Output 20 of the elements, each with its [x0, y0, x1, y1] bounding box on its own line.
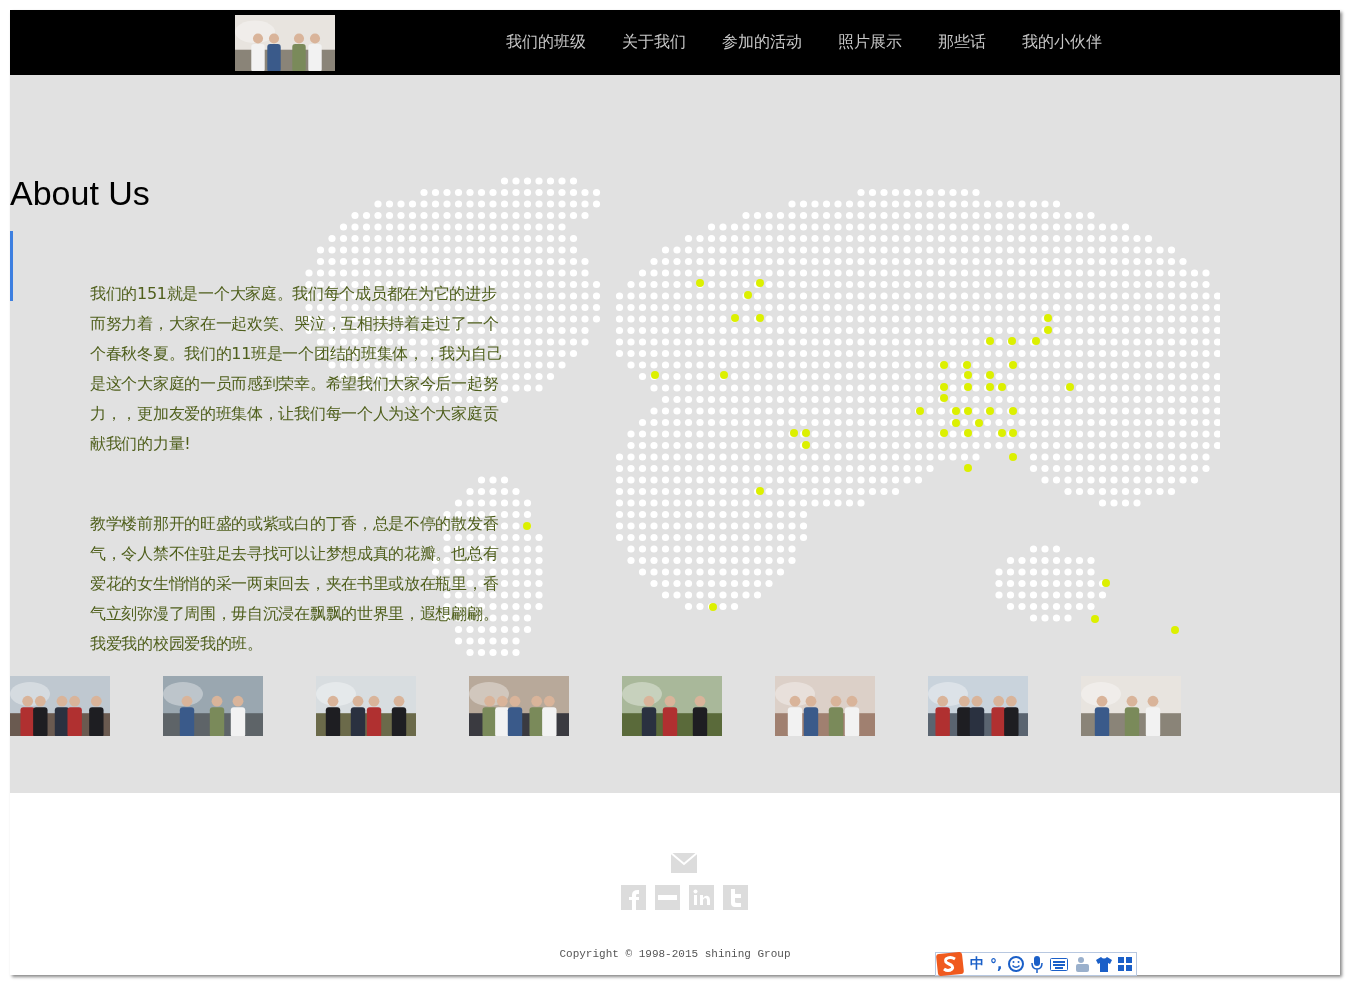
grid-icon[interactable]	[1118, 957, 1133, 971]
shirt-icon[interactable]	[1096, 956, 1113, 972]
nav-link[interactable]: 我的小伙伴	[1022, 32, 1102, 53]
nav-link[interactable]: 参加的活动	[722, 32, 802, 53]
user-icon[interactable]	[1074, 956, 1091, 972]
nav-link[interactable]: 照片展示	[838, 32, 902, 53]
paragraph: 教学楼前那开的旺盛的或紫或白的丁香，总是不停的散发香气，令人禁不住驻足去寻找可以让梦想成真的花瓣。也总有爱花的女生悄悄的采一两束回去，夹在书里或放在瓶里，香气立刻弥漫了周围，毋自沉浸在飘飘的世界里，遐想翩翩。我爱我的校园爱我的班。	[90, 513, 500, 655]
punctuation-toggle[interactable]: °,	[990, 956, 1003, 972]
input-mode-toggle[interactable]: 中	[970, 955, 984, 973]
copyright-text: Copyright © 1998-2015 shining Group	[559, 948, 791, 960]
microphone-icon[interactable]	[1030, 955, 1045, 973]
accent-bar	[10, 231, 13, 301]
section-title: About Us	[10, 173, 151, 213]
nav-link[interactable]: 我们的班级	[506, 32, 586, 53]
nav-link[interactable]: 那些话	[938, 32, 986, 53]
paragraph: 我们的151就是一个大家庭。我们每个成员都在为它的进步而努力着，大家在一起欢笑、哭泣，互相扶持着走过了一个个春秋冬夏。我们的11班是一个团结的班集体，，我为自己是这个大家庭的一员而感到荣幸。希望我们大家今后一起努力，，更加友爱的班集体，让我们每一个人为这个大家庭贡献我们的力量!	[90, 283, 504, 455]
keyboard-icon[interactable]	[1050, 957, 1069, 971]
sogou-logo-icon[interactable]	[936, 952, 964, 976]
nav-link[interactable]: 关于我们	[622, 32, 686, 53]
smiley-icon[interactable]	[1008, 956, 1025, 972]
